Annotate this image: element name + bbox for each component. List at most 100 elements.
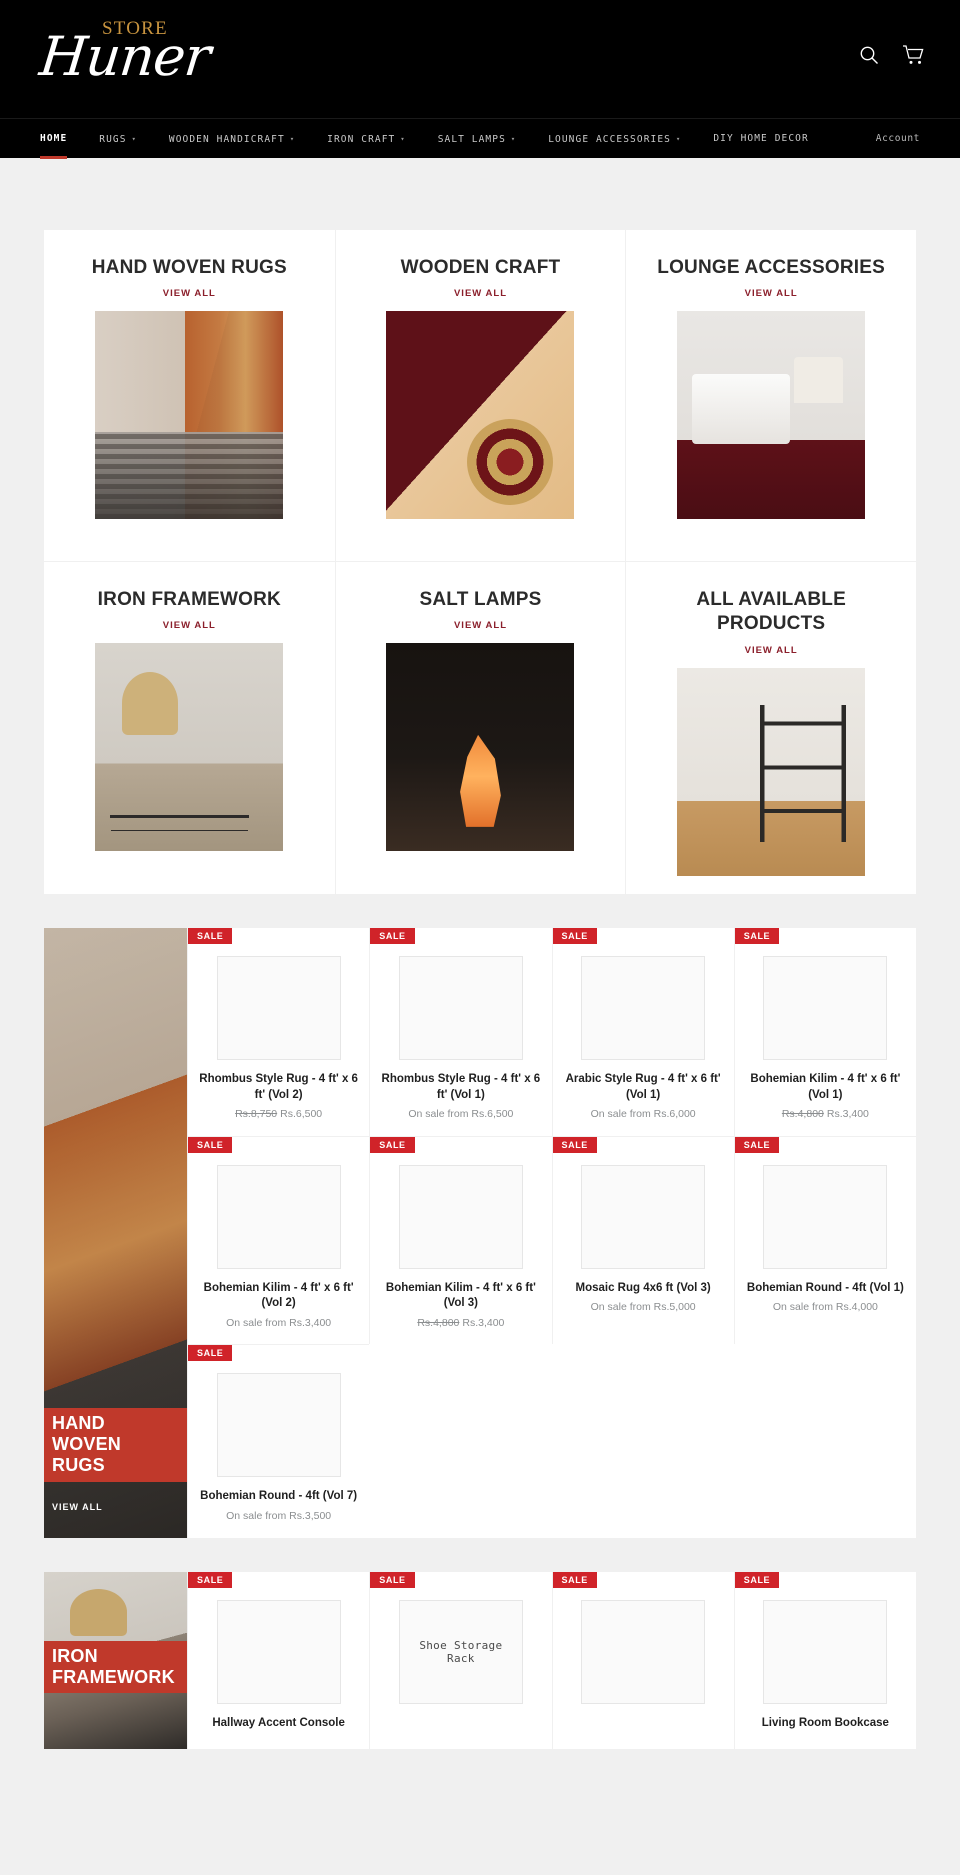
product-card[interactable]: SALE Bohemian Round - 4ft (Vol 1) On sale …	[733, 1135, 916, 1345]
category-title: IRON FRAMEWORK	[97, 589, 281, 610]
chevron-down-icon: ▾	[289, 134, 296, 143]
product-card[interactable]: SALE Rhombus Style Rug - 4 ft' x 6 ft' (V…	[369, 928, 551, 1136]
sale-badge: SALE	[734, 1571, 780, 1588]
chevron-down-icon: ▾	[675, 134, 682, 143]
product-price-original: Rs.4,800	[417, 1316, 460, 1329]
product-title: Hallway Accent Console	[212, 1716, 345, 1729]
category-title: LOUNGE ACCESSORIES	[657, 257, 886, 278]
product-card[interactable]: SALE Living Room Bookcase	[733, 1571, 916, 1750]
main-navigation: HOME RUGS ▾ WOODEN HANDICRAFT ▾ IRON CRAFT ▾ SA…	[0, 118, 960, 159]
collection-promo-tile[interactable]: HAND WOVEN RUGS VIEW ALL	[44, 928, 187, 1538]
product-price: On sale from Rs.3,500	[198, 1509, 359, 1524]
product-title: Bohemian Kilim - 4 ft' x 6 ft' (Vol 3)	[385, 1281, 536, 1310]
product-image	[216, 1599, 341, 1704]
product-price-current: On sale from Rs.6,000	[590, 1108, 696, 1121]
category-title: HAND WOVEN RUGS	[91, 257, 287, 278]
nav-item-wooden-handicraft[interactable]: WOODEN HANDICRAFT ▾	[153, 119, 311, 159]
sale-badge: SALE	[734, 928, 780, 944]
category-view-all-link[interactable]: VIEW ALL	[354, 288, 608, 299]
category-view-all-link[interactable]: VIEW ALL	[62, 620, 317, 631]
nav-item-diy-home-decor[interactable]: DIY HOME DECOR	[697, 119, 824, 159]
nav-item-label: HOME	[40, 132, 68, 144]
category-image	[677, 311, 866, 520]
product-image	[398, 1164, 523, 1269]
category-card[interactable]: WOODEN CRAFT VIEW ALL	[334, 230, 626, 562]
category-title: SALT LAMPS	[419, 589, 542, 610]
category-title: WOODEN CRAFT	[400, 257, 561, 278]
nav-item-rugs[interactable]: RUGS ▾	[83, 119, 153, 159]
category-card[interactable]: HAND WOVEN RUGS VIEW ALL	[44, 230, 335, 562]
product-price: Rs.8,750 Rs.6,500	[198, 1107, 359, 1122]
chevron-down-icon: ▾	[131, 134, 137, 143]
site-header: STORE Huner	[0, 0, 960, 118]
nav-item-label: IRON CRAFT	[327, 133, 396, 145]
search-icon[interactable]	[858, 44, 880, 66]
product-card[interactable]: SALE Shoe Storage Rack	[369, 1571, 551, 1750]
collection-promo-tile[interactable]: IRON FRAMEWORK	[44, 1571, 187, 1750]
sale-badge: SALE	[188, 928, 233, 944]
product-image	[216, 1164, 341, 1269]
product-price-original: Rs.4,800	[781, 1108, 824, 1121]
category-view-all-link[interactable]: VIEW ALL	[644, 288, 898, 299]
nav-list: HOME RUGS ▾ WOODEN HANDICRAFT ▾ IRON CRAFT ▾ SA…	[40, 119, 825, 159]
nav-item-salt-lamps[interactable]: SALT LAMPS ▾	[422, 119, 533, 159]
category-view-all-link[interactable]: VIEW ALL	[354, 620, 608, 631]
product-price-original: Rs.8,750	[235, 1108, 278, 1121]
category-grid: HAND WOVEN RUGS VIEW ALL WOODEN CRAFT VIEW …	[44, 230, 916, 894]
category-view-all-link[interactable]: VIEW ALL	[644, 645, 898, 656]
product-title: Bohemian Round - 4ft (Vol 7)	[200, 1490, 358, 1503]
category-view-all-link[interactable]: VIEW ALL	[62, 288, 317, 299]
product-price-current: On sale from Rs.3,500	[226, 1509, 332, 1522]
nav-item-label: DIY HOME DECOR	[713, 132, 809, 144]
product-price-current: Rs.3,400	[462, 1316, 505, 1329]
product-card[interactable]: SALE Rhombus Style Rug - 4 ft' x 6 ft' (V…	[187, 928, 369, 1136]
nav-item-label: LOUNGE ACCESSORIES	[548, 133, 671, 145]
category-image	[386, 643, 575, 852]
sale-badge: SALE	[370, 928, 415, 944]
product-title: Bohemian Kilim - 4 ft' x 6 ft' (Vol 2)	[203, 1281, 354, 1310]
product-price-current: On sale from Rs.5,000	[590, 1301, 696, 1314]
product-card[interactable]: SALE Bohemian Kilim - 4 ft' x 6 ft' (Vol …	[733, 928, 916, 1136]
product-price: On sale from Rs.6,500	[380, 1107, 541, 1122]
product-image	[763, 1164, 888, 1269]
product-image: Shoe Storage Rack	[398, 1599, 523, 1704]
product-image	[581, 1599, 706, 1704]
collection-promo-view-all[interactable]: VIEW ALL	[52, 1502, 103, 1512]
cart-icon[interactable]	[902, 44, 924, 66]
category-title: ALL AVAILABLE PRODUCTS	[696, 589, 846, 635]
nav-item-home[interactable]: HOME	[40, 119, 83, 159]
chevron-down-icon: ▾	[510, 134, 517, 143]
chevron-down-icon: ▾	[400, 134, 406, 143]
sale-badge: SALE	[370, 1136, 415, 1153]
sale-badge: SALE	[188, 1571, 233, 1588]
sale-badge: SALE	[734, 1136, 780, 1153]
product-card[interactable]: SALE Arabic Style Rug - 4 ft' x 6 ft' (Vo…	[551, 928, 734, 1136]
nav-item-lounge-accessories[interactable]: LOUNGE ACCESSORIES ▾	[532, 119, 697, 159]
product-price-current: On sale from Rs.4,000	[772, 1301, 878, 1314]
page-top-spacer	[0, 158, 960, 230]
product-image	[763, 956, 888, 1060]
site-logo[interactable]: STORE Huner	[36, 16, 220, 106]
nav-item-label: RUGS	[99, 133, 127, 145]
category-card[interactable]: IRON FRAMEWORK VIEW ALL	[44, 562, 335, 894]
collections-root: HAND WOVEN RUGS VIEW ALL SALE Rhombus Style…	[0, 928, 960, 1750]
nav-item-iron-craft[interactable]: IRON CRAFT ▾	[311, 119, 422, 159]
product-card[interactable]: SALE Bohemian Kilim - 4 ft' x 6 ft' (Vol …	[187, 1135, 370, 1345]
sale-badge: SALE	[552, 1571, 597, 1588]
product-card[interactable]: SALE Bohemian Kilim - 4 ft' x 6 ft' (Vol …	[369, 1135, 552, 1345]
nav-account-link[interactable]: Account	[876, 133, 920, 144]
product-price-current: On sale from Rs.3,400	[226, 1316, 332, 1329]
category-card[interactable]: ALL AVAILABLE PRODUCTS VIEW ALL	[625, 562, 916, 894]
product-title: Bohemian Kilim - 4 ft' x 6 ft' (Vol 1)	[750, 1073, 901, 1101]
product-card[interactable]: SALE Bohemian Round - 4ft (Vol 7) On sale …	[187, 1344, 370, 1538]
category-card[interactable]: LOUNGE ACCESSORIES VIEW ALL	[625, 230, 916, 562]
collection-promo-label: IRON FRAMEWORK	[44, 1640, 187, 1694]
product-card[interactable]: SALE Hallway Accent Console	[187, 1571, 369, 1750]
product-price: Rs.4,800 Rs.3,400	[745, 1107, 906, 1122]
category-card[interactable]: SALT LAMPS VIEW ALL	[334, 562, 626, 894]
product-card[interactable]: SALE	[551, 1571, 734, 1750]
product-title: Arabic Style Rug - 4 ft' x 6 ft' (Vol 1)	[565, 1073, 721, 1101]
logo-huner-text: Huner	[36, 25, 213, 88]
sale-badge: SALE	[552, 1136, 597, 1153]
product-card[interactable]: SALE Mosaic Rug 4x6 ft (Vol 3) On sale fro…	[551, 1135, 734, 1345]
